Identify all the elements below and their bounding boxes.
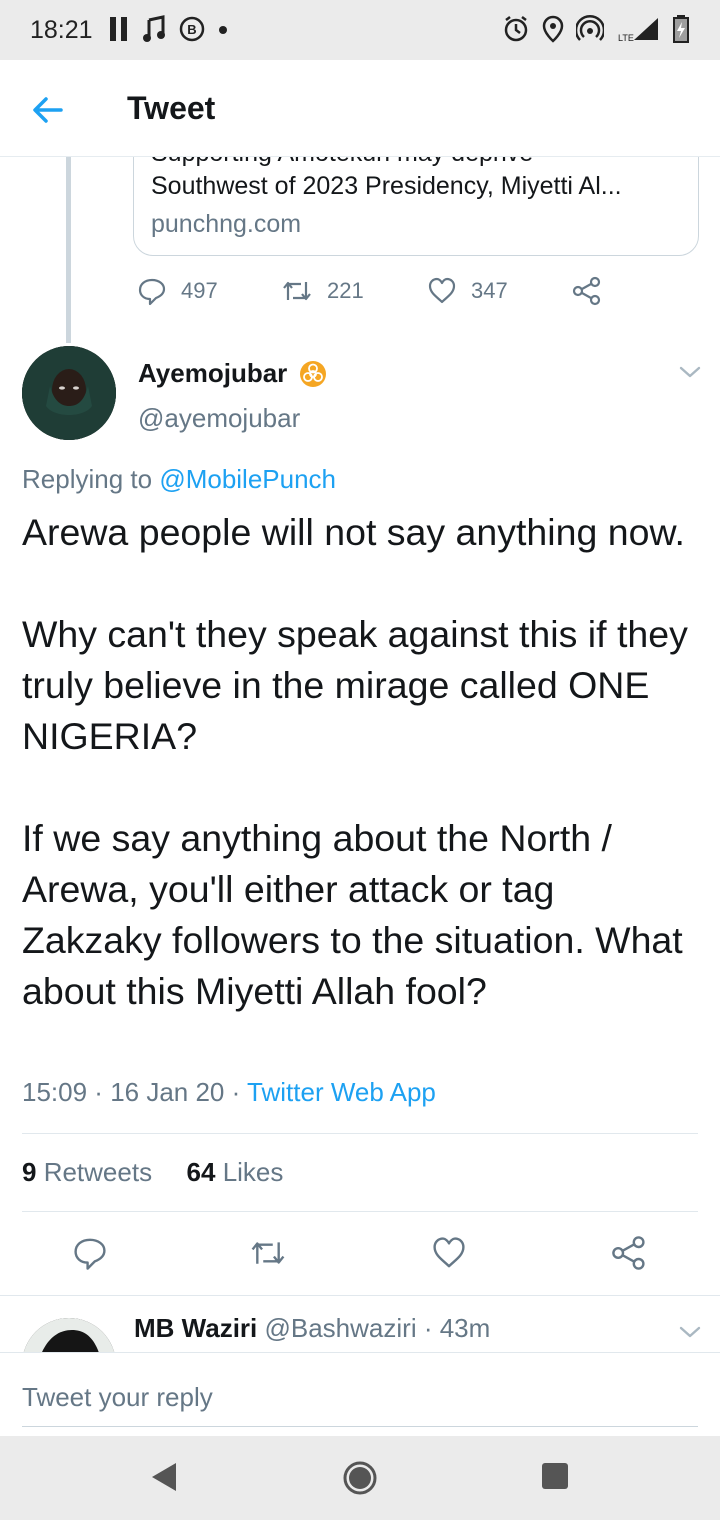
- nav-back-icon[interactable]: [148, 1460, 180, 1494]
- retweet-icon[interactable]: [249, 1235, 287, 1271]
- like-label: Likes: [215, 1157, 284, 1187]
- reply-icon[interactable]: [72, 1235, 108, 1271]
- meta-separator: ·: [87, 1077, 111, 1107]
- hotspot-icon: [576, 14, 604, 41]
- biohazard-icon: [300, 361, 326, 387]
- reply-input[interactable]: [22, 1369, 698, 1427]
- status-left-icons: B: [108, 14, 228, 44]
- svg-text:LTE: LTE: [618, 33, 634, 43]
- parent-like-button[interactable]: 347: [427, 276, 508, 306]
- tweet-date: 16 Jan 20: [110, 1077, 225, 1107]
- parent-share-button[interactable]: [572, 276, 602, 306]
- link-card-title: Southwest of 2023 Presidency, Miyetti Al…: [151, 172, 622, 200]
- lte-signal-icon: LTE: [618, 18, 658, 43]
- parent-tweet-actions: 497 221 347: [0, 276, 720, 308]
- parent-like-count: 347: [471, 278, 508, 303]
- music-icon: [143, 15, 165, 42]
- tweet-meta: 15:09 · 16 Jan 20 · Twitter Web App: [22, 1077, 436, 1108]
- retweet-icon: [283, 281, 311, 301]
- like-count: 64: [186, 1157, 216, 1187]
- retweets-stat[interactable]: 9 Retweets: [22, 1157, 152, 1187]
- link-card-domain: punchng.com: [151, 210, 302, 238]
- top-app-bar: Tweet: [0, 60, 720, 157]
- author-name[interactable]: Ayemojubar: [138, 358, 287, 389]
- meta-separator: ·: [416, 1313, 440, 1343]
- parent-retweet-count: 221: [327, 278, 364, 303]
- pause-icon: [110, 17, 127, 41]
- tweet-paragraph-1: Arewa people will not say anything now.: [22, 511, 685, 553]
- status-time: 18:21: [30, 16, 93, 44]
- tweet-time: 15:09: [22, 1077, 88, 1107]
- replying-prefix: Replying to: [22, 464, 160, 494]
- next-reply-header: MB Waziri @Bashwaziri · 43m: [134, 1313, 490, 1344]
- share-icon[interactable]: [611, 1235, 647, 1271]
- nav-home-icon[interactable]: [342, 1460, 378, 1496]
- status-right-icons: LTE: [502, 14, 690, 44]
- heart-icon: [428, 277, 456, 304]
- chevron-down-icon[interactable]: [678, 362, 702, 382]
- chevron-down-icon[interactable]: [678, 1322, 702, 1342]
- thread-connector-line: [66, 157, 71, 343]
- page-title: Tweet: [127, 90, 216, 126]
- divider: [22, 1211, 698, 1212]
- tweet-actions: [0, 1235, 720, 1271]
- retweet-count: 9: [22, 1157, 37, 1187]
- location-icon: [542, 15, 564, 43]
- tweet-body: Arewa people will not say anything now. …: [22, 507, 702, 1017]
- alarm-icon: [504, 16, 528, 42]
- reply-author-name[interactable]: MB Waziri: [134, 1313, 257, 1343]
- tweet-stats: 9 Retweets 64 Likes: [22, 1157, 283, 1188]
- b-icon: B: [179, 16, 205, 42]
- tweet-source-link[interactable]: Twitter Web App: [247, 1077, 436, 1107]
- replying-mention-link[interactable]: @MobilePunch: [159, 464, 336, 494]
- meta-separator: ·: [224, 1077, 248, 1107]
- reply-author-handle[interactable]: @Bashwaziri: [257, 1313, 416, 1343]
- dot-icon: [219, 26, 227, 34]
- author-avatar[interactable]: [22, 346, 116, 440]
- parent-retweet-button[interactable]: 221: [281, 276, 364, 306]
- replying-to-line: Replying to @MobilePunch: [22, 464, 336, 495]
- divider: [0, 1295, 720, 1296]
- status-bar: 18:21 B LTE: [0, 0, 720, 60]
- svg-text:B: B: [187, 22, 196, 37]
- author-handle[interactable]: @ayemojubar: [138, 403, 300, 434]
- reply-icon: [138, 278, 166, 306]
- tweet-paragraph-2: Why can't they speak against this if the…: [22, 613, 688, 757]
- tweet-paragraph-3: If we say anything about the North / Are…: [22, 817, 683, 1012]
- system-nav-bar: [0, 1436, 720, 1520]
- likes-stat[interactable]: 64 Likes: [187, 1157, 284, 1187]
- parent-reply-count: 497: [181, 278, 218, 303]
- retweet-label: Retweets: [36, 1157, 153, 1187]
- parent-reply-button[interactable]: 497: [137, 276, 218, 306]
- heart-icon[interactable]: [431, 1235, 467, 1271]
- back-arrow-icon[interactable]: [28, 90, 68, 130]
- nav-recents-icon[interactable]: [540, 1460, 570, 1492]
- battery-icon: [673, 15, 689, 43]
- divider: [22, 1133, 698, 1134]
- reply-time: 43m: [439, 1313, 491, 1343]
- reply-composer-bar: [0, 1352, 720, 1436]
- avatar-image: [22, 346, 116, 440]
- share-icon: [572, 276, 601, 306]
